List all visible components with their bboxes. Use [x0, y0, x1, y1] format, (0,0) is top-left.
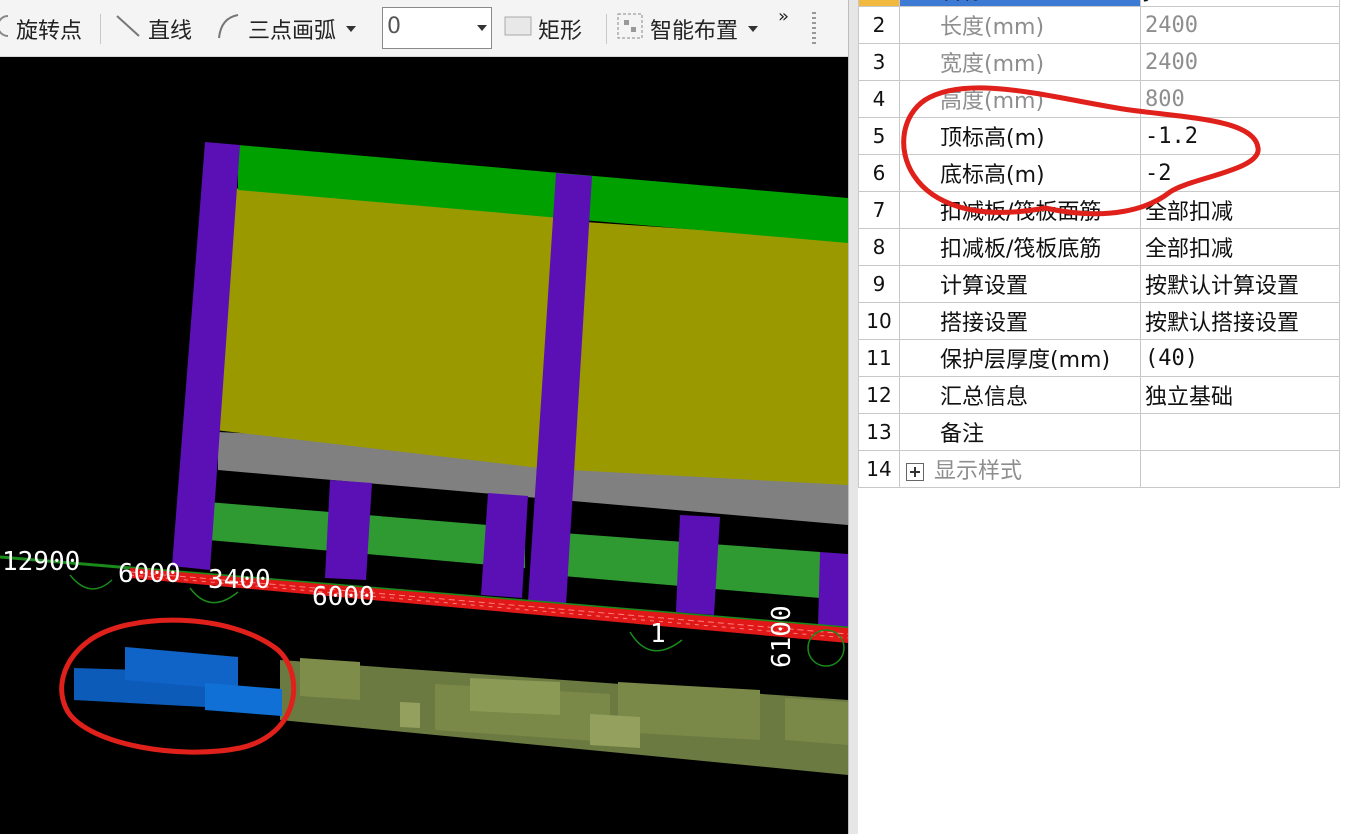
- rotate-icon: [0, 14, 10, 44]
- selected-footing-blue[interactable]: [74, 647, 282, 716]
- drawing-canvas[interactable]: 12900 6000 3400 6000 1 6100: [0, 57, 848, 834]
- property-row[interactable]: 7 扣减板/筏板面筋 全部扣减: [858, 191, 1340, 229]
- property-name-label: 显示样式: [934, 459, 1023, 484]
- dimension-label: 6000: [312, 582, 375, 612]
- chevron-down-icon[interactable]: [477, 25, 487, 31]
- row-number: 3: [858, 43, 900, 81]
- property-row[interactable]: 8 扣减板/筏板底筋 全部扣减: [858, 228, 1340, 266]
- arc-value: 0: [387, 14, 401, 39]
- row-number: 8: [858, 228, 900, 266]
- property-row[interactable]: 12 汇总信息 独立基础: [858, 376, 1340, 414]
- property-value[interactable]: 全部扣减: [1140, 191, 1340, 229]
- property-row[interactable]: 14 显示样式: [858, 450, 1340, 488]
- dimension-label: 6000: [118, 559, 181, 589]
- arc-label: 三点画弧: [248, 18, 337, 44]
- smart-layout-button[interactable]: 智能布置: [616, 0, 759, 57]
- property-row[interactable]: 13 备注: [858, 413, 1340, 451]
- chevron-down-icon[interactable]: [346, 25, 357, 32]
- row-number: 9: [858, 265, 900, 303]
- property-name: 保护层厚度(mm): [899, 339, 1141, 377]
- property-name: 高度(mm): [899, 80, 1141, 118]
- property-grid: 1 名称 J 2长度(mm)24003宽度(mm)24004高度(mm)8005…: [858, 0, 1340, 488]
- arc-icon: [214, 12, 242, 46]
- drawing-toolbar: 旋转点 直线 三点画弧 0 矩形 智能布置 »: [0, 0, 848, 57]
- wall-panel-right: [570, 222, 848, 485]
- property-value[interactable]: -1.2: [1140, 117, 1340, 155]
- wall-panel-left: [215, 188, 555, 468]
- axis-number-label: 1: [650, 619, 666, 649]
- dimension-label: 12900: [2, 547, 80, 577]
- property-row[interactable]: 4 高度(mm) 800: [858, 80, 1340, 118]
- dimension-label: 3400: [208, 565, 271, 595]
- property-name: 宽度(mm): [899, 43, 1141, 81]
- toolbar-separator: [606, 14, 607, 44]
- property-value[interactable]: 独立基础: [1140, 376, 1340, 414]
- property-name: 顶标高(m): [899, 117, 1141, 155]
- smart-layout-icon: [616, 12, 644, 46]
- property-panel: 1 名称 J 2长度(mm)24003宽度(mm)24004高度(mm)8005…: [858, 0, 1359, 834]
- property-name: 底标高(m): [899, 154, 1141, 192]
- property-value[interactable]: 800: [1140, 80, 1340, 118]
- property-row[interactable]: 3 宽度(mm) 2400: [858, 43, 1340, 81]
- row-number: 6: [858, 154, 900, 192]
- row-number: 5: [858, 117, 900, 155]
- property-value[interactable]: [1140, 450, 1340, 488]
- property-value[interactable]: 2400: [1140, 6, 1340, 44]
- arc-value-select[interactable]: 0: [382, 7, 492, 49]
- property-value[interactable]: 2400: [1140, 43, 1340, 81]
- row-number: 7: [858, 191, 900, 229]
- toolbar-separator: [100, 14, 101, 44]
- rotate-point-button[interactable]: 旋转点: [0, 0, 82, 57]
- toolbar-grip[interactable]: [812, 12, 816, 46]
- more-tools-button[interactable]: »: [778, 0, 789, 45]
- rectangle-button[interactable]: 矩形: [504, 0, 582, 57]
- row-number: 11: [858, 339, 900, 377]
- property-row[interactable]: 5 顶标高(m) -1.2: [858, 117, 1340, 155]
- more-icon: »: [778, 6, 790, 27]
- property-name: 扣减板/筏板面筋: [899, 191, 1141, 229]
- property-name: 汇总信息: [899, 376, 1141, 414]
- row-number: 13: [858, 413, 900, 451]
- chevron-down-icon[interactable]: [748, 25, 759, 32]
- property-value[interactable]: 全部扣减: [1140, 228, 1340, 266]
- line-label: 直线: [148, 18, 193, 44]
- property-value[interactable]: 按默认搭接设置: [1140, 302, 1340, 340]
- line-button[interactable]: 直线: [114, 0, 192, 57]
- property-row[interactable]: 2 长度(mm) 2400: [858, 6, 1340, 44]
- property-value[interactable]: (40): [1140, 339, 1340, 377]
- row-number: 4: [858, 80, 900, 118]
- rotate-point-label: 旋转点: [16, 18, 83, 44]
- rectangle-icon: [504, 15, 532, 43]
- line-icon: [114, 12, 142, 46]
- row-number: 12: [858, 376, 900, 414]
- panel-splitter[interactable]: [848, 0, 858, 834]
- rectangle-label: 矩形: [538, 18, 583, 44]
- canvas-3d-view: 12900 6000 3400 6000 1 6100: [0, 142, 848, 775]
- expand-plus-icon[interactable]: [906, 463, 924, 481]
- property-row[interactable]: 6 底标高(m) -2: [858, 154, 1340, 192]
- three-point-arc-button[interactable]: 三点画弧: [214, 0, 357, 57]
- property-name: 搭接设置: [899, 302, 1141, 340]
- smart-layout-label: 智能布置: [650, 18, 739, 44]
- property-row[interactable]: 9 计算设置 按默认计算设置: [858, 265, 1340, 303]
- property-row[interactable]: 10 搭接设置 按默认搭接设置: [858, 302, 1340, 340]
- row-number: 2: [858, 6, 900, 44]
- property-row[interactable]: 11 保护层厚度(mm) (40): [858, 339, 1340, 377]
- olive-footing-strip: [280, 658, 848, 775]
- property-value[interactable]: -2: [1140, 154, 1340, 192]
- property-name: 长度(mm): [899, 6, 1141, 44]
- property-name: 显示样式: [899, 450, 1141, 488]
- property-value[interactable]: 按默认计算设置: [1140, 265, 1340, 303]
- row-number: 14: [858, 450, 900, 488]
- dimension-label: 6100: [767, 605, 797, 668]
- property-name: 计算设置: [899, 265, 1141, 303]
- property-value[interactable]: [1140, 413, 1340, 451]
- property-name: 备注: [899, 413, 1141, 451]
- property-name: 扣减板/筏板底筋: [899, 228, 1141, 266]
- row-number: 10: [858, 302, 900, 340]
